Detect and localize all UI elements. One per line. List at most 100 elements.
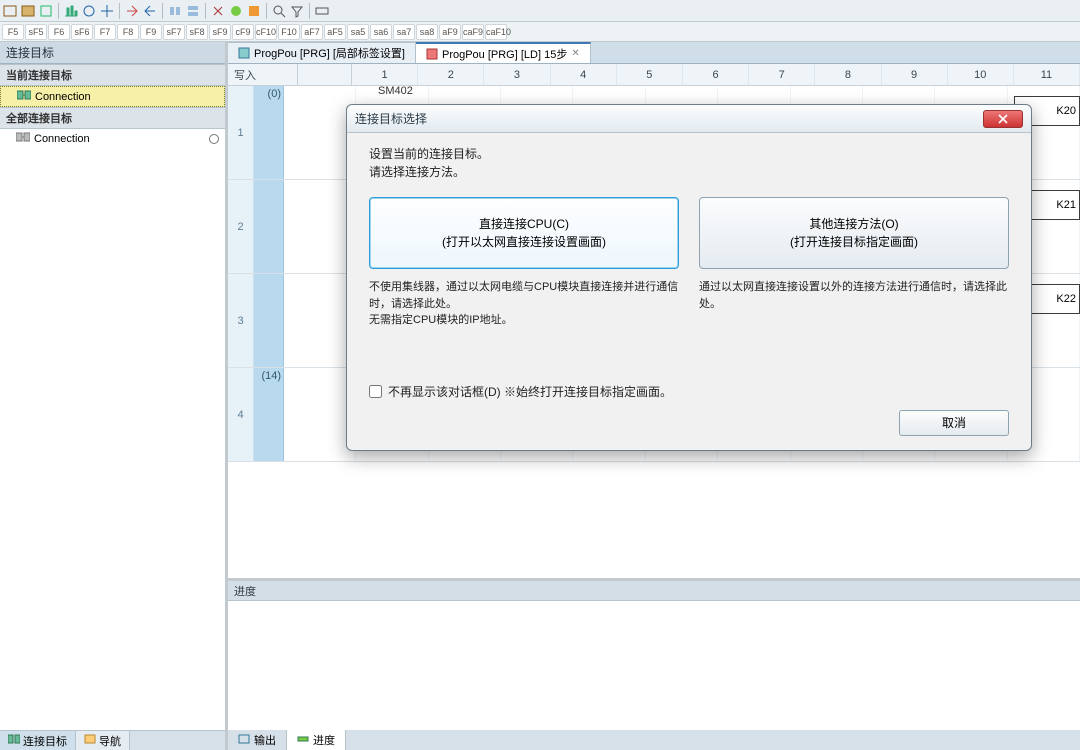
other-method-button[interactable]: 其他连接方法(O) (打开连接目标指定画面): [699, 197, 1009, 269]
col-num: 8: [815, 64, 881, 85]
separator: [162, 3, 163, 19]
tb-icon[interactable]: [63, 3, 79, 19]
separator: [309, 3, 310, 19]
fkey[interactable]: sa7: [393, 24, 415, 40]
editor-area: ProgPou [PRG] [局部标签设置] ProgPou [PRG] [LD…: [228, 42, 1080, 750]
tab-label: 进度: [313, 732, 335, 748]
doc-tab-labels[interactable]: ProgPou [PRG] [局部标签设置]: [228, 42, 416, 63]
fkey[interactable]: sa6: [370, 24, 392, 40]
col-num: 3: [484, 64, 550, 85]
all-connection-item[interactable]: Connection: [0, 129, 225, 148]
tab-label: 连接目标: [23, 733, 67, 749]
button-line: 直接连接CPU(C): [479, 215, 569, 233]
fkey[interactable]: F8: [117, 24, 139, 40]
tb-icon[interactable]: [289, 3, 305, 19]
button-line: (打开连接目标指定画面): [790, 233, 918, 251]
tab-label: ProgPou [PRG] [局部标签设置]: [254, 45, 405, 61]
fkey[interactable]: F9: [140, 24, 162, 40]
tb-icon[interactable]: [81, 3, 97, 19]
option-desc-row: 不使用集线器，通过以太网电缆与CPU模块直接连接并进行通信时，请选择此处。 无需…: [369, 279, 1009, 329]
tb-icon[interactable]: [2, 3, 18, 19]
fkey[interactable]: sF5: [25, 24, 47, 40]
col-num: 4: [551, 64, 617, 85]
sidebar-tab-nav[interactable]: 导航: [76, 731, 130, 750]
doc-tab-ladder[interactable]: ProgPou [PRG] [LD] 15步 ✕: [416, 42, 591, 63]
fkey[interactable]: caF9: [462, 24, 484, 40]
tb-icon[interactable]: [20, 3, 36, 19]
fkey[interactable]: cF9: [232, 24, 254, 40]
separator: [119, 3, 120, 19]
row-address: [254, 180, 284, 273]
fkey[interactable]: aF5: [324, 24, 346, 40]
close-icon[interactable]: ✕: [571, 48, 579, 59]
fkey[interactable]: caF10: [485, 24, 507, 40]
all-targets-header: 全部连接目标: [0, 107, 225, 129]
fkey[interactable]: aF7: [301, 24, 323, 40]
tb-icon[interactable]: [185, 3, 201, 19]
fkey[interactable]: F7: [94, 24, 116, 40]
tb-icon[interactable]: [38, 3, 54, 19]
tb-icon[interactable]: [246, 3, 262, 19]
separator: [205, 3, 206, 19]
nav-icon: [84, 734, 96, 747]
fkey[interactable]: sF9: [209, 24, 231, 40]
cancel-button[interactable]: 取消: [899, 410, 1009, 436]
sidebar-tabs: 连接目标 导航: [0, 730, 225, 750]
col-num: 10: [948, 64, 1014, 85]
fkey[interactable]: aF9: [439, 24, 461, 40]
col-num: 5: [617, 64, 683, 85]
checkbox-label: 不再显示该对话框(D) ※始终打开连接目标指定画面。: [388, 383, 672, 400]
ladder-editor[interactable]: 写入 1 2 3 4 5 6 7 8 9 10 11 SM402: [228, 64, 1080, 578]
row-address: [254, 274, 284, 367]
fkey[interactable]: cF10: [255, 24, 277, 40]
progress-icon: [297, 734, 309, 747]
option-row: 直接连接CPU(C) (打开以太网直接连接设置画面) 其他连接方法(O) (打开…: [369, 197, 1009, 269]
col-num: 7: [749, 64, 815, 85]
separator: [58, 3, 59, 19]
write-mode-label: 写入: [228, 64, 298, 85]
tb-icon[interactable]: [167, 3, 183, 19]
fkey[interactable]: sa5: [347, 24, 369, 40]
dialog-titlebar[interactable]: 连接目标选择: [347, 105, 1031, 133]
tb-icon[interactable]: [142, 3, 158, 19]
fkey[interactable]: F5: [2, 24, 24, 40]
tb-icon[interactable]: [314, 3, 330, 19]
tb-icon[interactable]: [228, 3, 244, 19]
tab-label: 输出: [254, 732, 276, 748]
fkey[interactable]: sF7: [163, 24, 185, 40]
output-tab[interactable]: 输出: [228, 730, 287, 750]
progress-title: 进度: [228, 581, 1080, 601]
sidebar-tab-connection[interactable]: 连接目标: [0, 731, 76, 750]
dont-show-checkbox[interactable]: [369, 385, 382, 398]
button-line: (打开以太网直接连接设置画面): [442, 233, 606, 251]
sidebar-body: 当前连接目标 Connection 全部连接目标 Connection: [0, 64, 225, 730]
fkey[interactable]: sF6: [71, 24, 93, 40]
row-number: 4: [228, 368, 254, 461]
search-icon[interactable]: [271, 3, 287, 19]
direct-cpu-button[interactable]: 直接连接CPU(C) (打开以太网直接连接设置画面): [369, 197, 679, 269]
fkey[interactable]: sa8: [416, 24, 438, 40]
button-line: 其他连接方法(O): [809, 215, 898, 233]
toolbar-1: [0, 0, 1080, 22]
close-button[interactable]: [983, 110, 1023, 128]
fkey[interactable]: F10: [278, 24, 300, 40]
tb-icon[interactable]: [124, 3, 140, 19]
row-number: 3: [228, 274, 254, 367]
document-tabs: ProgPou [PRG] [局部标签设置] ProgPou [PRG] [LD…: [228, 42, 1080, 64]
dialog-button-row: 取消: [369, 410, 1009, 436]
fkey[interactable]: sF8: [186, 24, 208, 40]
output-icon: [238, 734, 250, 747]
col-num: 2: [418, 64, 484, 85]
progress-tab[interactable]: 进度: [287, 730, 346, 750]
current-target-header: 当前连接目标: [0, 64, 225, 86]
fkey[interactable]: F6: [48, 24, 70, 40]
tb-icon[interactable]: [99, 3, 115, 19]
radio-icon[interactable]: [209, 134, 219, 144]
tree-item-label: Connection: [34, 133, 90, 145]
current-connection-item[interactable]: Connection: [0, 86, 225, 107]
tab-label: 导航: [99, 733, 121, 749]
dialog-body: 设置当前的连接目标。 请选择连接方法。 直接连接CPU(C) (打开以太网直接连…: [347, 133, 1031, 450]
main-area: 连接目标 当前连接目标 Connection 全部连接目标 Connection…: [0, 42, 1080, 750]
row-address: (14): [254, 368, 284, 461]
tb-icon[interactable]: [210, 3, 226, 19]
